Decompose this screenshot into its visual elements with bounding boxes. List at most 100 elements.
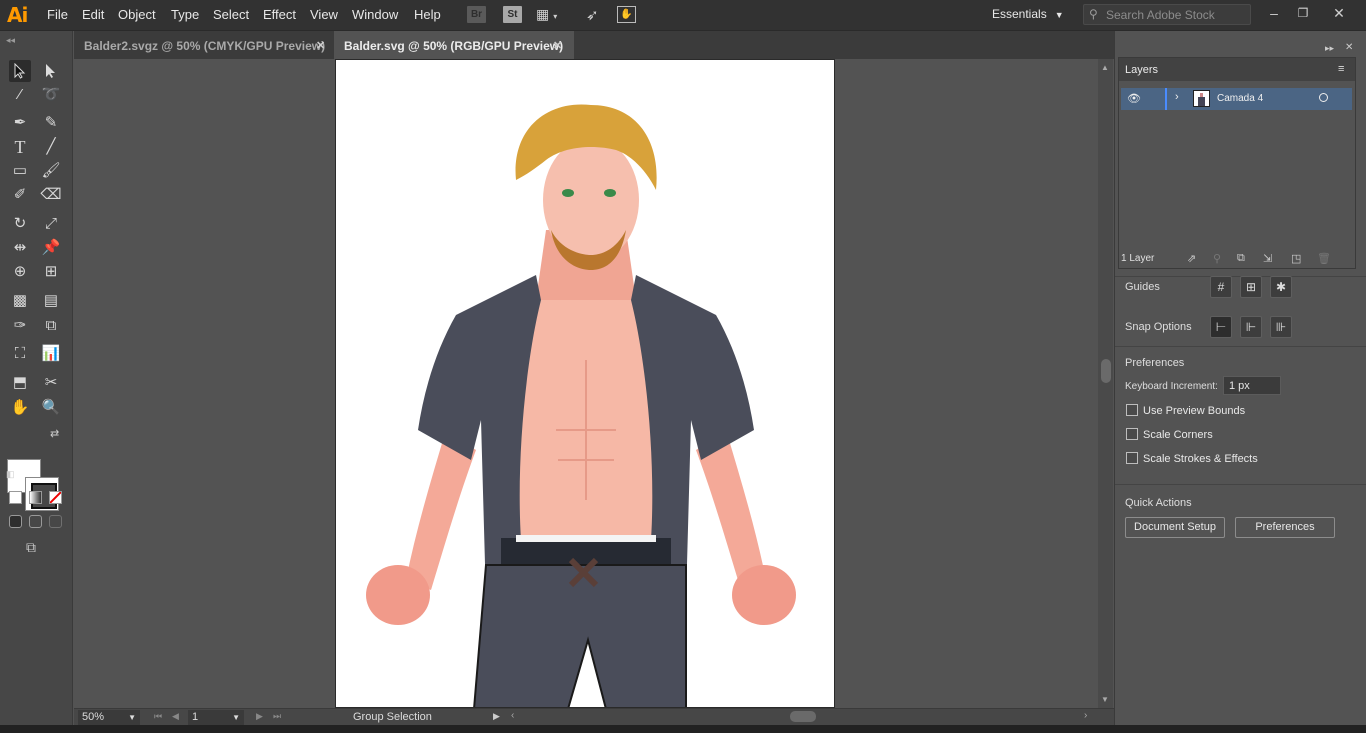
menu-file[interactable]: File: [47, 7, 68, 22]
artboard[interactable]: [335, 59, 835, 708]
none-mode-button[interactable]: [49, 491, 62, 504]
previous-artboard-icon[interactable]: ◀: [172, 711, 179, 722]
gpu-performance-icon[interactable]: ➶: [586, 6, 605, 24]
zoom-level-select[interactable]: 50% ▼: [78, 710, 140, 725]
layer-name[interactable]: Camada 4: [1217, 93, 1263, 104]
direct-selection-tool[interactable]: [40, 60, 62, 82]
zoom-tool[interactable]: 🔍: [40, 397, 62, 419]
eyedropper-tool[interactable]: ✑: [9, 315, 31, 337]
search-input[interactable]: [1106, 7, 1246, 22]
artboard-tool[interactable]: ⬒: [9, 372, 31, 394]
character-illustration[interactable]: [336, 60, 835, 708]
draw-normal-button[interactable]: [9, 515, 22, 528]
bridge-button[interactable]: Br: [467, 6, 486, 23]
scale-tool[interactable]: ⤢: [40, 213, 62, 235]
first-artboard-icon[interactable]: ⏮: [154, 711, 162, 722]
panel-menu-icon[interactable]: ≡: [1338, 63, 1344, 75]
column-graph-tool[interactable]: 📊: [40, 343, 62, 365]
artboard-number-select[interactable]: 1 ▼: [188, 710, 244, 725]
layer-target-icon[interactable]: [1319, 93, 1328, 102]
lasso-tool[interactable]: ➰: [40, 84, 62, 106]
new-sublayer-icon[interactable]: ⇲: [1263, 252, 1272, 265]
snap-to-pixel-button[interactable]: ⊪: [1270, 316, 1292, 338]
rotate-tool[interactable]: ↻: [9, 213, 31, 235]
search-stock-box[interactable]: ⚲: [1083, 4, 1251, 25]
draw-behind-button[interactable]: [29, 515, 42, 528]
document-setup-button[interactable]: Document Setup: [1125, 517, 1225, 538]
panel-collapse-icon[interactable]: ◂◂: [6, 35, 15, 46]
collapse-panels-icon[interactable]: ▸▸: [1325, 43, 1334, 54]
blend-tool[interactable]: ⧉: [40, 315, 62, 337]
perspective-grid-tool[interactable]: ⊞: [40, 261, 62, 283]
clipping-mask-icon[interactable]: ⧉: [1237, 252, 1245, 265]
tab-balder2-svgz[interactable]: Balder2.svgz @ 50% (CMYK/GPU Preview) ✕: [74, 31, 334, 59]
screen-mode-icon[interactable]: ⧉: [26, 539, 36, 556]
scale-corners-checkbox[interactable]: [1126, 428, 1138, 440]
canvas-area[interactable]: [74, 59, 1098, 708]
locate-object-icon[interactable]: ⚲: [1213, 252, 1221, 265]
selection-tool[interactable]: [9, 60, 31, 82]
scroll-left-icon[interactable]: ‹: [511, 710, 514, 721]
keyboard-increment-input[interactable]: [1223, 376, 1281, 395]
workspace-switcher[interactable]: Essentials ▼: [992, 7, 1064, 21]
show-pixel-grid-button[interactable]: ⊞: [1240, 276, 1262, 298]
scale-strokes-effects-checkbox[interactable]: [1126, 452, 1138, 464]
paintbrush-tool[interactable]: 🖌: [40, 160, 62, 182]
eraser-tool[interactable]: ⌫: [40, 184, 62, 206]
gradient-mode-button[interactable]: [29, 491, 42, 504]
vertical-scroll-thumb[interactable]: [1101, 359, 1111, 383]
draw-inside-button[interactable]: [49, 515, 62, 528]
shape-builder-tool[interactable]: ⊕: [9, 261, 31, 283]
type-tool[interactable]: T: [9, 136, 31, 158]
minimize-button[interactable]: –: [1259, 2, 1289, 24]
scroll-up-icon[interactable]: ▲: [1101, 63, 1109, 72]
close-tab-icon[interactable]: ✕: [316, 39, 325, 52]
curvature-tool[interactable]: ✎: [40, 112, 62, 134]
visibility-eye-icon[interactable]: 👁: [1127, 92, 1141, 105]
snap-to-point-button[interactable]: ⊢: [1210, 316, 1232, 338]
layer-row[interactable]: 👁 › Camada 4: [1121, 88, 1352, 110]
stock-button[interactable]: St: [503, 6, 522, 23]
menu-type[interactable]: Type: [171, 7, 199, 22]
next-artboard-icon[interactable]: ▶: [256, 711, 263, 722]
status-menu-icon[interactable]: ▶: [493, 711, 500, 722]
menu-effect[interactable]: Effect: [263, 7, 296, 22]
shaper-tool[interactable]: ✐: [9, 184, 31, 206]
tab-balder-svg[interactable]: Balder.svg @ 50% (RGB/GPU Preview) ✕: [334, 31, 574, 59]
puppet-warp-tool[interactable]: 📌: [40, 237, 62, 259]
expand-layer-icon[interactable]: ›: [1175, 91, 1179, 103]
new-layer-icon[interactable]: ◳: [1291, 252, 1301, 265]
show-grid-button[interactable]: #: [1210, 276, 1232, 298]
menu-view[interactable]: View: [310, 7, 338, 22]
scroll-down-icon[interactable]: ▼: [1101, 695, 1109, 704]
pen-tool[interactable]: ✒: [9, 112, 31, 134]
menu-edit[interactable]: Edit: [82, 7, 104, 22]
last-artboard-icon[interactable]: ⏭: [273, 711, 281, 722]
arrange-documents-icon[interactable]: ▦ ▾: [536, 6, 557, 23]
magic-wand-tool[interactable]: ⁄: [9, 84, 31, 106]
export-icon[interactable]: ⇗: [1187, 252, 1196, 265]
vertical-scrollbar[interactable]: ▲ ▼: [1098, 59, 1113, 708]
delete-layer-icon[interactable]: 🗑: [1317, 252, 1331, 265]
close-window-button[interactable]: ✕: [1324, 2, 1354, 24]
smart-guides-button[interactable]: ✱: [1270, 276, 1292, 298]
horizontal-scroll-thumb[interactable]: [790, 711, 816, 722]
menu-help[interactable]: Help: [414, 7, 441, 22]
scroll-right-icon[interactable]: ›: [1084, 710, 1087, 721]
menu-window[interactable]: Window: [352, 7, 398, 22]
preferences-button[interactable]: Preferences: [1235, 517, 1335, 538]
hand-tool[interactable]: ✋: [9, 397, 31, 419]
close-tab-icon[interactable]: ✕: [553, 39, 562, 52]
default-colors-icon[interactable]: ◧: [6, 469, 15, 480]
use-preview-bounds-checkbox[interactable]: [1126, 404, 1138, 416]
layers-panel-title[interactable]: Layers: [1125, 64, 1158, 76]
symbol-sprayer-tool[interactable]: ⛶: [9, 343, 31, 365]
menu-select[interactable]: Select: [213, 7, 249, 22]
line-segment-tool[interactable]: ╱: [40, 136, 62, 158]
restore-button[interactable]: ❐: [1288, 2, 1318, 24]
color-mode-button[interactable]: [9, 491, 22, 504]
close-panel-icon[interactable]: ✕: [1345, 42, 1353, 53]
touch-workspace-icon[interactable]: ✋: [617, 6, 636, 23]
snap-to-grid-button[interactable]: ⊩: [1240, 316, 1262, 338]
mesh-tool[interactable]: ▩: [9, 290, 31, 312]
